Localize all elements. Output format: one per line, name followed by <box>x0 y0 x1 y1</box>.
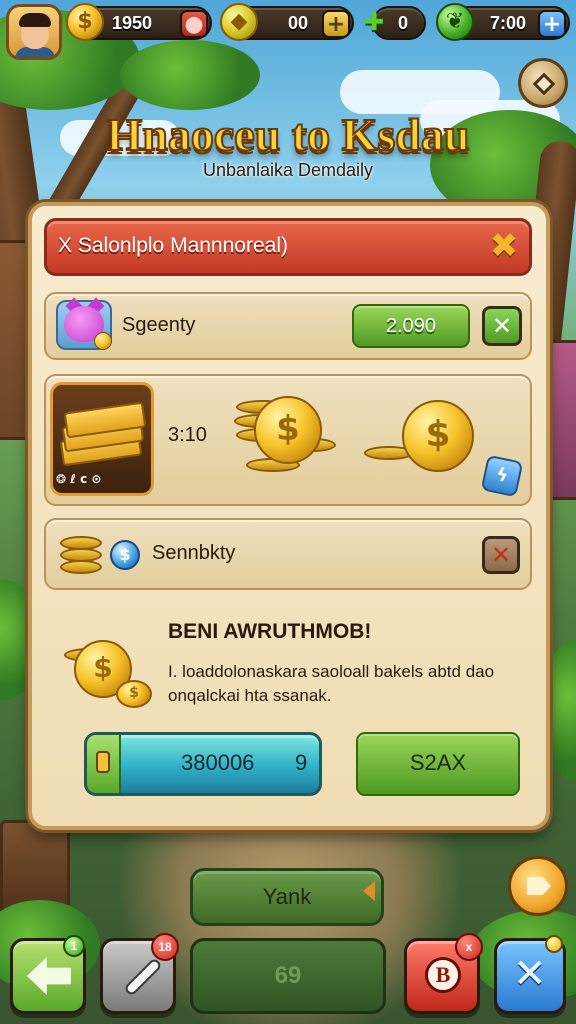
swap-badge-icon <box>545 935 563 953</box>
pet-row-label: Sgeenty <box>122 314 196 336</box>
player-avatar[interactable] <box>6 4 62 60</box>
gems-add-button[interactable]: + <box>322 10 350 38</box>
shop-icon: B <box>425 957 461 993</box>
shop-badge: x <box>455 933 483 961</box>
energy-value: 0 <box>398 13 409 33</box>
energy-icon: ✚ <box>364 8 385 36</box>
swap-button[interactable]: ✕ <box>494 935 566 1014</box>
pet-row-action-button[interactable]: ✕ <box>482 306 522 346</box>
leaf-icon: ❦ <box>436 3 474 41</box>
diamond-icon: ϟ <box>480 454 524 498</box>
gems-value: 00 <box>288 13 309 33</box>
game-title: Hnaoceu to Ksdau <box>106 108 471 161</box>
confirm-button[interactable]: S2AX <box>356 732 520 796</box>
next-arrow-icon <box>527 877 551 895</box>
pet-row-value[interactable]: 2.090 <box>352 304 470 348</box>
reward-description: I. loaddolonaskara saoloall bakels abtd … <box>168 662 495 705</box>
price-value: 380006 <box>181 750 255 775</box>
back-badge: 1 <box>63 935 85 957</box>
orb-row-label: Sennbkty <box>152 542 236 564</box>
reward-title: BENI AWRUTHMOB! <box>168 620 372 643</box>
yank-button[interactable]: Yank <box>190 868 384 926</box>
blue-orb-icon: $ <box>110 540 140 570</box>
pet-icon <box>56 297 112 350</box>
pickaxe-icon <box>123 957 163 997</box>
yank-arrow-icon <box>363 881 375 901</box>
leaves-add-button[interactable]: + <box>538 10 566 38</box>
yank-label: Yank <box>262 884 312 909</box>
settings-icon <box>532 72 556 96</box>
tool-button[interactable]: 18 <box>100 933 179 1014</box>
coins-row-amount: 3:10 <box>168 424 207 446</box>
dialog-title: X Salonlplo Mannnoreal) <box>58 234 288 257</box>
settings-button[interactable] <box>518 58 568 108</box>
pack-badges: ❂ ℓ c ⊙ <box>56 472 102 486</box>
shop-button[interactable]: B x <box>404 933 483 1014</box>
leaves-value: 7:00 <box>490 13 527 33</box>
close-icon[interactable]: ✖ <box>484 226 524 266</box>
lock-icon <box>96 751 110 773</box>
close-icon: ✕ <box>513 951 547 997</box>
center-slot[interactable]: 69 <box>190 938 386 1014</box>
back-arrow-icon <box>27 957 71 995</box>
game-subtitle: Unbanlaika Demdaily <box>202 160 374 180</box>
gem-icon: ◆ <box>220 3 258 41</box>
coins-value: 1950 <box>112 13 153 33</box>
price-suffix: 9 <box>295 750 308 775</box>
orb-row-close-button[interactable]: ✕ <box>482 536 520 574</box>
gold-coin-icon: $ <box>66 3 104 41</box>
back-button[interactable]: 1 <box>10 935 86 1014</box>
ruby-icon[interactable]: ● <box>180 10 208 38</box>
price-button[interactable]: 380006 9 <box>84 732 322 796</box>
next-button[interactable] <box>508 856 568 916</box>
tool-badge: 18 <box>151 933 179 961</box>
